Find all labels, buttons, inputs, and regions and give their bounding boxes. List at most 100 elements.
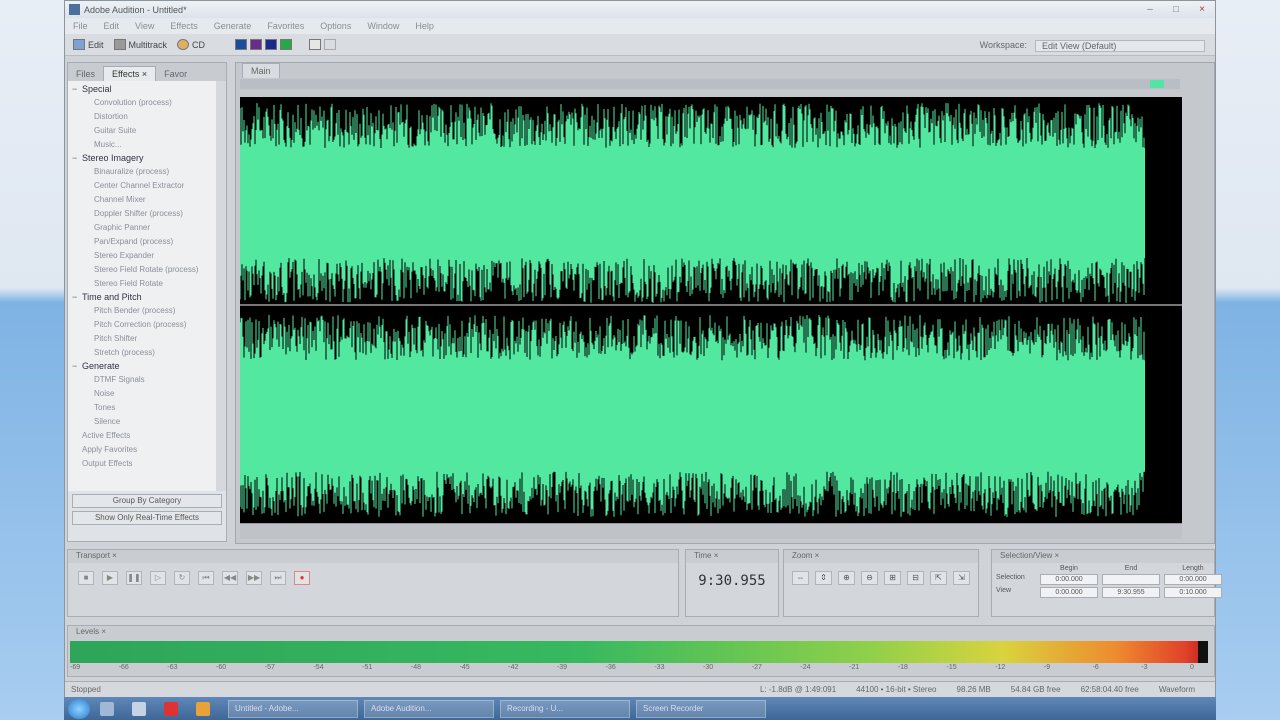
taskbar-app[interactable]: Recording - U... [500,699,630,718]
tree-item[interactable]: Convolution (process) [72,96,216,110]
tab-files[interactable]: Files [68,67,103,81]
level-scale-tick: -12 [995,664,1006,671]
menu-generate[interactable]: Generate [214,21,252,31]
go-to-start-button[interactable]: ⏮ [198,571,214,585]
tree-item[interactable]: Binauralize (process) [72,165,216,179]
tab-effects[interactable]: Effects × [103,66,157,81]
tree-category[interactable]: Special [72,83,216,96]
time-selection-tool-icon[interactable] [309,39,322,50]
tree-item[interactable]: Tones [72,401,216,415]
tree-item[interactable]: DTMF Signals [72,373,216,387]
tree-item[interactable]: Center Channel Extractor [72,179,216,193]
pause-button[interactable]: ❚❚ [126,571,142,585]
spectral-phase-icon[interactable] [265,39,278,50]
stop-button[interactable]: ■ [78,571,94,585]
view-length-field[interactable]: 0:10.000 [1164,587,1222,598]
time-ruler[interactable] [240,523,1182,539]
waveform-display[interactable] [240,97,1182,523]
spectral-display-icon[interactable] [235,39,248,50]
app-orange-icon[interactable] [196,701,210,716]
zoom-selection-button[interactable]: ⊟ [907,571,924,585]
zoom-in-horizontal-button[interactable]: ⇔ [792,571,809,585]
selection-begin-field[interactable]: 0:00.000 [1040,574,1098,585]
view-begin-field[interactable]: 0:00.000 [1040,587,1098,598]
show-desktop-icon[interactable] [100,701,114,716]
time-display: 9:30.955 [698,573,766,589]
view-end-field[interactable]: 9:30.955 [1102,587,1160,598]
menu-options[interactable]: Options [320,21,351,31]
tree-item[interactable]: Pan/Expand (process) [72,235,216,249]
play-to-end-button[interactable]: ▷ [150,571,166,585]
tree-item[interactable]: Stretch (process) [72,346,216,360]
go-to-end-button[interactable]: ⏭ [270,571,286,585]
tree-item[interactable]: Noise [72,387,216,401]
tree-item[interactable]: Stereo Field Rotate [72,277,216,291]
edit-view-button[interactable]: Edit [73,39,104,50]
level-scale-tick: -39 [556,664,568,671]
zoom-full-button[interactable]: ⊞ [884,571,901,585]
menu-favorites[interactable]: Favorites [267,21,304,31]
tree-category[interactable]: Stereo Imagery [72,152,216,165]
right-channel[interactable] [240,315,1182,517]
multitrack-icon [113,39,126,50]
zoom-in-button[interactable]: ⊕ [838,571,855,585]
fast-forward-button[interactable]: ▶▶ [246,571,262,585]
show-realtime-effects-button[interactable]: Show Only Real-Time Effects [72,511,222,525]
cd-view-button[interactable]: CD [177,39,205,50]
rewind-button[interactable]: ◀◀ [222,571,238,585]
tree-item[interactable]: Guitar Suite [72,124,216,138]
zoom-in-vertical-button[interactable]: ⇕ [815,571,832,585]
menu-effects[interactable]: Effects [170,21,197,31]
overview-thumb[interactable] [1150,80,1164,88]
tree-item[interactable]: Doppler Shifter (process) [72,207,216,221]
menu-help[interactable]: Help [415,21,434,31]
spectral-pan-icon[interactable] [250,39,263,50]
tree-item[interactable]: Active Effects [72,429,216,443]
menu-window[interactable]: Window [367,21,399,31]
tab-main[interactable]: Main [242,63,280,78]
tree-item[interactable]: Pitch Bender (process) [72,304,216,318]
taskbar-app[interactable]: Adobe Audition... [364,699,494,718]
menu-edit[interactable]: Edit [104,21,120,31]
zoom-left-edge-button[interactable]: ⇱ [930,571,947,585]
group-by-category-button[interactable]: Group By Category [72,494,222,508]
tree-item[interactable]: Pitch Shifter [72,332,216,346]
menu-file[interactable]: File [73,21,88,31]
tree-item[interactable]: Apply Favorites [72,443,216,457]
selection-length-field[interactable]: 0:00.000 [1164,574,1222,585]
tree-category[interactable]: Time and Pitch [72,291,216,304]
workspace-dropdown[interactable]: Edit View (Default) [1035,40,1205,52]
tree-item[interactable]: Music... [72,138,216,152]
waveform-display-icon[interactable] [280,39,293,50]
close-button[interactable]: × [1189,4,1215,15]
taskbar-app[interactable]: Untitled - Adobe... [228,699,358,718]
tab-favorites[interactable]: Favor [156,67,195,81]
tree-category[interactable]: Generate [72,360,216,373]
tree-item[interactable]: Silence [72,415,216,429]
tree-item[interactable]: Stereo Expander [72,249,216,263]
play-button[interactable]: ▶ [102,571,118,585]
app-red-icon[interactable] [164,701,178,716]
loop-button[interactable]: ↻ [174,571,190,585]
taskbar-app[interactable]: Screen Recorder [636,699,766,718]
record-button[interactable]: ● [294,571,310,585]
start-button[interactable] [68,698,90,719]
tree-item[interactable]: Graphic Panner [72,221,216,235]
workspace-label: Workspace: [979,40,1027,50]
left-channel[interactable] [240,103,1182,303]
zoom-right-edge-button[interactable]: ⇲ [953,571,970,585]
selection-end-field[interactable] [1102,574,1160,585]
minimize-button[interactable]: – [1137,4,1163,15]
explorer-icon[interactable] [132,701,146,716]
multitrack-view-button[interactable]: Multitrack [113,39,167,50]
zoom-out-button[interactable]: ⊖ [861,571,878,585]
hybrid-tool-icon[interactable] [324,39,337,50]
tree-item[interactable]: Stereo Field Rotate (process) [72,263,216,277]
tree-item[interactable]: Distortion [72,110,216,124]
overview-bar[interactable] [240,79,1180,89]
tree-item[interactable]: Channel Mixer [72,193,216,207]
menu-view[interactable]: View [135,21,154,31]
tree-item[interactable]: Output Effects [72,457,216,471]
maximize-button[interactable]: □ [1163,4,1189,15]
tree-item[interactable]: Pitch Correction (process) [72,318,216,332]
